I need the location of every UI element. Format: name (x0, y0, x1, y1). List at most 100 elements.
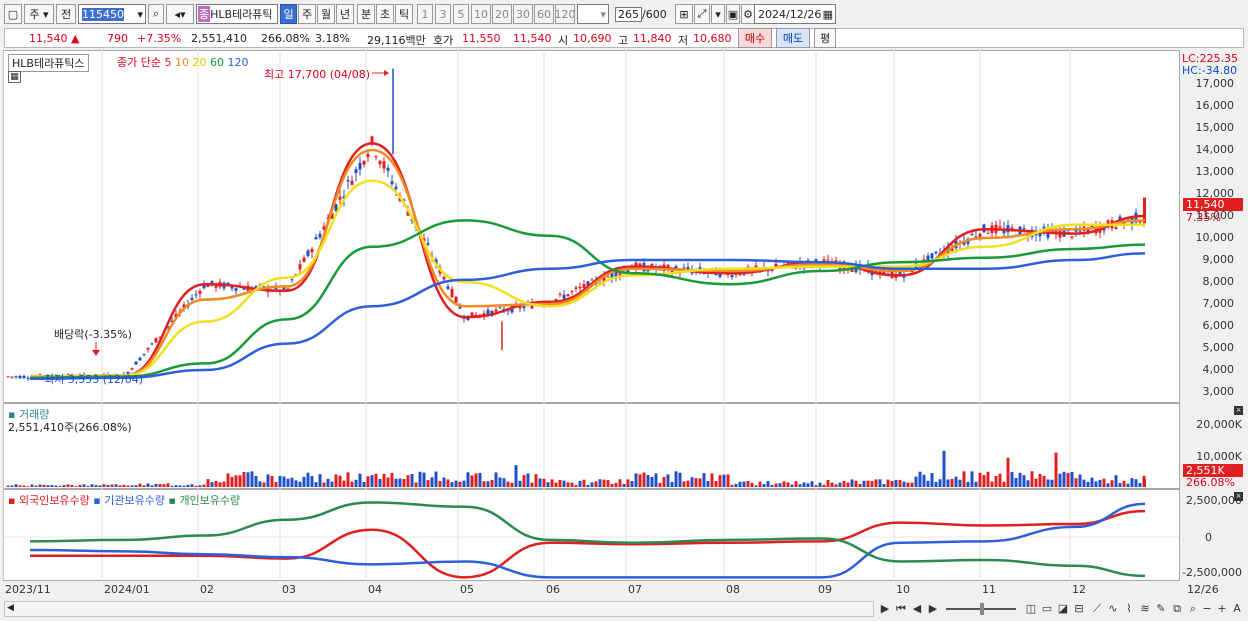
volume-bar (738, 481, 742, 487)
close-icon[interactable]: × (1234, 406, 1243, 415)
scroll-left-icon[interactable]: ◀ (7, 603, 14, 613)
volume-bar (518, 480, 522, 487)
volume-bar (822, 484, 826, 487)
font-size-icon[interactable]: A (1230, 601, 1244, 617)
volume-bar (222, 481, 226, 487)
volume-bar (338, 475, 342, 487)
split-icon[interactable]: ⊟ (1072, 601, 1086, 617)
candle-body (978, 233, 982, 238)
volume-bar (450, 482, 454, 487)
ruler-icon[interactable]: ⌇ (1122, 601, 1136, 617)
volume-bar (458, 481, 462, 487)
volume-bar (90, 484, 94, 487)
candle-body (14, 376, 18, 378)
ma-line-10 (29, 148, 1146, 378)
volume-bar (662, 476, 666, 487)
volume-bar (446, 479, 450, 487)
volume-bar (66, 484, 70, 487)
x-tick-label: 02 (200, 583, 214, 596)
volume-bar (502, 478, 506, 487)
volume-bar (1086, 482, 1090, 487)
volume-bar (150, 485, 154, 487)
volume-bar (806, 483, 810, 487)
candle-body (498, 307, 502, 309)
scroll-right-icon[interactable]: ▶ (878, 601, 892, 617)
volume-bar (282, 476, 286, 487)
price-tick-label: 9,000 (1202, 253, 1235, 266)
volume-bar (142, 485, 146, 487)
zoom-slider-handle[interactable] (980, 603, 984, 615)
ma-legend[interactable]: 종가 단순 5 10 20 60 120 (117, 54, 248, 70)
volume-bar (866, 480, 870, 487)
volume-bar (270, 475, 274, 487)
volume-bar (878, 479, 882, 487)
volume-bar (618, 479, 622, 487)
volume-bar (386, 477, 390, 487)
volume-bar (1002, 481, 1006, 487)
zoom-slider[interactable] (946, 603, 1016, 615)
ma-line-20 (29, 179, 1145, 378)
volume-bar (1122, 480, 1126, 487)
candle-body (6, 376, 10, 378)
volume-bar (586, 485, 590, 487)
volume-bar (810, 481, 814, 487)
layout-icon[interactable]: ◪ (1056, 601, 1070, 617)
screenshot-icon[interactable]: ⧉ (1170, 601, 1184, 617)
prev-page-icon[interactable]: ◀ (910, 601, 924, 617)
next-page-icon[interactable]: ▶ (926, 601, 940, 617)
zoom-in-icon[interactable]: + (1215, 601, 1229, 617)
volume-bar (1042, 475, 1046, 487)
volume-bar (42, 484, 46, 487)
volume-bar (770, 484, 774, 487)
volume-bar (982, 475, 986, 487)
volume-bar (302, 476, 306, 487)
volume-bar (426, 480, 430, 487)
ma-20-label: 20 (192, 56, 207, 69)
volume-bar (54, 485, 58, 487)
holdings-tick-zero: 0 (1205, 531, 1212, 544)
zoom-out-icon[interactable]: − (1200, 601, 1214, 617)
candle-body (386, 167, 390, 171)
holdings-legend[interactable]: ▪ 외국인보유수량 ▪ 기관보유수량 ▪ 개인보유수량 (8, 492, 240, 508)
candle-body (666, 264, 670, 268)
volume-bar (258, 481, 262, 487)
candle-body (986, 232, 990, 234)
volume-bar (966, 482, 970, 487)
volume-bar (714, 481, 718, 487)
volume-bar (522, 475, 526, 487)
volume-bar (1094, 481, 1098, 487)
volume-bar (798, 484, 802, 487)
volume-bar (354, 479, 358, 487)
candle-body (234, 288, 238, 291)
holdings-line-0 (30, 509, 1146, 579)
shape-tool-icon[interactable]: ▭ (1040, 601, 1054, 617)
volume-bar (478, 473, 482, 487)
trendline-icon[interactable]: ⟋ (1090, 601, 1104, 617)
candle-body (302, 257, 306, 262)
horizontal-scrollbar[interactable]: ◀ (4, 601, 874, 617)
fib-icon[interactable]: ≋ (1138, 601, 1152, 617)
candle-body (450, 288, 454, 298)
wave-tool-icon[interactable]: ∿ (1106, 601, 1120, 617)
volume-bar (1010, 472, 1014, 487)
text-tool-icon[interactable]: ✎ (1154, 601, 1168, 617)
volume-bar (1046, 479, 1050, 487)
volume-value-label: 2,551,410주(266.08%) (8, 421, 132, 434)
stock-legend[interactable]: HLB테라퓨틱스 (8, 54, 89, 72)
volume-bar (978, 472, 982, 487)
volume-bar (1014, 477, 1018, 487)
volume-bar (678, 472, 682, 487)
draw-tool-icon[interactable]: ◫ (1024, 601, 1038, 617)
chart-canvas[interactable] (0, 0, 1248, 621)
close-icon[interactable]: × (1234, 492, 1243, 501)
ma-line-60 (29, 219, 1146, 379)
volume-bar (718, 475, 722, 487)
x-tick-label: 2024/01 (104, 583, 150, 596)
volume-bar (102, 484, 106, 487)
first-page-icon[interactable]: ⏮ (894, 601, 908, 617)
volume-bar (1054, 452, 1058, 487)
table-icon[interactable]: ▦ (8, 71, 21, 83)
volume-bar (818, 482, 822, 487)
zoom-icon[interactable]: ⌕ (1186, 601, 1200, 617)
volume-bar (734, 483, 738, 487)
